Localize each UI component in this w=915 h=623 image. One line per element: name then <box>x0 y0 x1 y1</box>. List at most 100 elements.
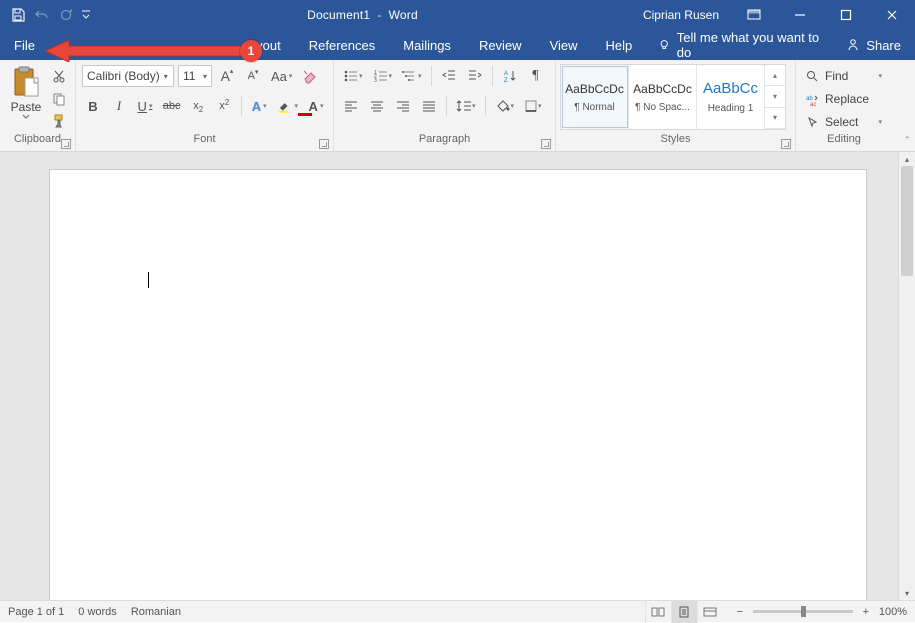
minimize-button[interactable] <box>777 0 823 30</box>
styles-dialog-launcher[interactable] <box>781 139 791 149</box>
numbering-button[interactable]: 123▾ <box>370 65 396 87</box>
find-button[interactable]: Find▾ <box>802 66 886 86</box>
group-editing: Find▾ abac Replace Select▾ Editing <box>796 60 892 151</box>
highlight-button[interactable]: ▾ <box>274 95 301 117</box>
group-label-clipboard: Clipboard <box>14 133 61 145</box>
page[interactable] <box>50 170 866 600</box>
scrollbar-thumb[interactable] <box>901 166 913 276</box>
zoom-out-button[interactable]: − <box>733 606 747 618</box>
shading-button[interactable]: ▾ <box>492 95 518 117</box>
tab-file[interactable]: File <box>0 30 49 60</box>
strikethrough-button[interactable]: abc <box>160 95 183 117</box>
replace-button[interactable]: abac Replace <box>802 89 886 109</box>
document-viewport[interactable]: ▴ ▾ <box>0 152 915 600</box>
status-word-count[interactable]: 0 words <box>78 606 117 618</box>
styles-gallery[interactable]: AaBbCcDc ¶ Normal AaBbCcDc ¶ No Spac... … <box>560 64 786 130</box>
tab-view[interactable]: View <box>536 30 592 60</box>
tab-review[interactable]: Review <box>465 30 536 60</box>
multilevel-list-button[interactable]: ▾ <box>399 65 425 87</box>
zoom-slider-thumb[interactable] <box>801 606 806 617</box>
chevron-down-icon <box>22 114 30 120</box>
gallery-down-icon[interactable]: ▾ <box>765 86 785 107</box>
paste-button[interactable]: Paste <box>6 64 46 120</box>
font-dialog-launcher[interactable] <box>319 139 329 149</box>
select-button[interactable]: Select▾ <box>802 112 886 132</box>
signed-in-user[interactable]: Ciprian Rusen <box>631 8 731 22</box>
text-effects-button[interactable]: A▾ <box>248 95 270 117</box>
share-icon <box>846 38 860 52</box>
show-hide-marks-button[interactable]: ¶ <box>525 65 547 87</box>
change-case-button[interactable]: Aa▾ <box>268 65 295 87</box>
bullets-button[interactable]: ▾ <box>340 65 366 87</box>
share-label: Share <box>866 38 901 53</box>
align-left-button[interactable] <box>340 95 362 117</box>
italic-button[interactable]: I <box>108 95 130 117</box>
tab-mailings[interactable]: Mailings <box>389 30 465 60</box>
undo-button[interactable] <box>30 0 54 30</box>
underline-button[interactable]: U▾ <box>134 95 156 117</box>
scroll-up-icon[interactable]: ▴ <box>899 152 915 166</box>
decrease-indent-button[interactable] <box>438 65 460 87</box>
tab-references[interactable]: References <box>295 30 389 60</box>
lightbulb-icon <box>658 38 671 52</box>
eraser-icon <box>302 68 318 84</box>
sort-button[interactable]: AZ <box>499 65 521 87</box>
ribbon-display-options-button[interactable] <box>731 0 777 30</box>
align-center-button[interactable] <box>366 95 388 117</box>
vertical-scrollbar[interactable]: ▴ ▾ <box>898 152 915 600</box>
gallery-up-icon[interactable]: ▴ <box>765 65 785 86</box>
cursor-icon <box>806 116 819 129</box>
collapse-ribbon-button[interactable]: ˆ <box>906 136 909 147</box>
line-spacing-button[interactable]: ▾ <box>453 95 479 117</box>
save-button[interactable] <box>6 0 30 30</box>
copy-button[interactable] <box>50 90 68 108</box>
style-no-spacing[interactable]: AaBbCcDc ¶ No Spac... <box>629 65 697 129</box>
search-icon <box>806 70 819 83</box>
tell-me-label: Tell me what you want to do <box>677 30 821 60</box>
paragraph-dialog-launcher[interactable] <box>541 139 551 149</box>
align-right-button[interactable] <box>392 95 414 117</box>
format-painter-button[interactable] <box>50 112 68 130</box>
borders-button[interactable]: ▾ <box>521 95 545 117</box>
zoom-percent[interactable]: 100% <box>879 606 907 618</box>
tab-help[interactable]: Help <box>592 30 647 60</box>
shrink-font-button[interactable]: A▾ <box>242 65 264 87</box>
justify-button[interactable] <box>418 95 440 117</box>
font-name-combo[interactable]: Calibri (Body)▾ <box>82 65 174 87</box>
styles-gallery-scroll[interactable]: ▴ ▾ ▾ <box>765 65 785 129</box>
superscript-button[interactable]: x2 <box>213 95 235 117</box>
read-mode-button[interactable] <box>645 601 671 623</box>
status-page[interactable]: Page 1 of 1 <box>8 606 64 618</box>
web-layout-button[interactable] <box>697 601 723 623</box>
title-bar: Document1 - Word Ciprian Rusen <box>0 0 915 30</box>
group-clipboard: Paste Clipboard <box>0 60 76 151</box>
scroll-down-icon[interactable]: ▾ <box>899 586 915 600</box>
style-heading-1[interactable]: AaBbCc Heading 1 <box>697 65 765 129</box>
close-button[interactable] <box>869 0 915 30</box>
gallery-more-icon[interactable]: ▾ <box>765 108 785 129</box>
svg-text:ac: ac <box>810 102 816 106</box>
app-name: Word <box>389 8 418 22</box>
clear-formatting-button[interactable] <box>299 65 321 87</box>
subscript-button[interactable]: x2 <box>187 95 209 117</box>
print-layout-button[interactable] <box>671 601 697 623</box>
zoom-slider[interactable] <box>753 610 853 613</box>
title-right: Ciprian Rusen <box>631 0 915 30</box>
zoom-in-button[interactable]: + <box>859 606 873 618</box>
grow-font-button[interactable]: A▴ <box>216 65 238 87</box>
bold-button[interactable]: B <box>82 95 104 117</box>
redo-button[interactable] <box>54 0 78 30</box>
style-normal[interactable]: AaBbCcDc ¶ Normal <box>561 65 629 129</box>
clipboard-dialog-launcher[interactable] <box>61 139 71 149</box>
font-size-combo[interactable]: 11▾ <box>178 65 212 87</box>
increase-indent-button[interactable] <box>464 65 486 87</box>
qat-customize-button[interactable] <box>78 0 94 30</box>
tell-me-search[interactable]: Tell me what you want to do <box>646 30 832 60</box>
status-language[interactable]: Romanian <box>131 606 181 618</box>
share-button[interactable]: Share <box>832 30 915 60</box>
group-label-styles: Styles <box>661 133 691 145</box>
ribbon-home: Paste Clipboard Calibri (Body)▾ 11▾ A▴ A… <box>0 60 915 152</box>
maximize-button[interactable] <box>823 0 869 30</box>
cut-button[interactable] <box>50 68 68 86</box>
font-color-button[interactable]: A▾ <box>305 95 327 117</box>
